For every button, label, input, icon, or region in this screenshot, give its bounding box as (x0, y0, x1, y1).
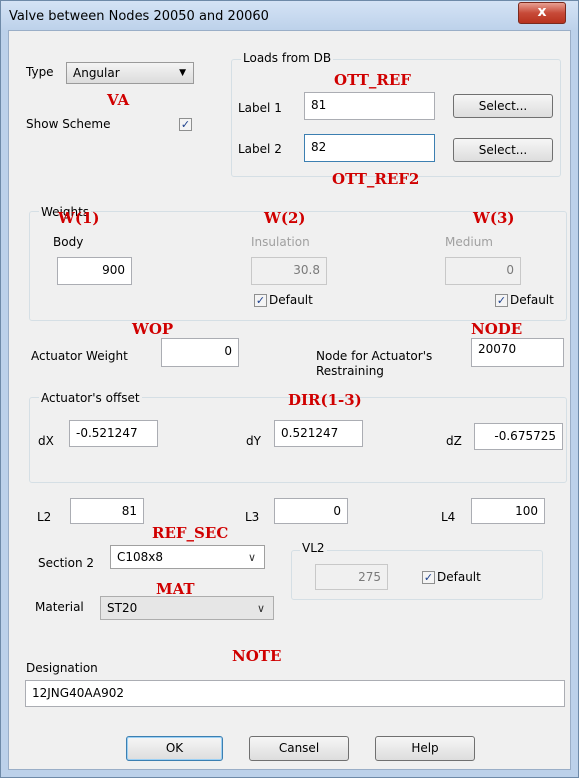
l2-input[interactable]: 81 (70, 498, 144, 524)
dx-label: dX (38, 434, 54, 448)
medium-weight-input[interactable]: 0 (445, 257, 521, 285)
l4-input[interactable]: 100 (471, 498, 545, 524)
label2-select-button[interactable]: Select... (453, 138, 553, 162)
annotation-va: VA (107, 91, 130, 109)
section2-label: Section 2 (38, 556, 95, 570)
label1-input[interactable]: 81 (304, 92, 435, 120)
dx-input[interactable]: -0.521247 (69, 420, 158, 447)
annotation-dir: DIR(1-3) (288, 391, 362, 409)
dy-label: dY (246, 434, 261, 448)
material-select-value: ST20 (107, 601, 138, 615)
vl2-default-label: Default (437, 570, 481, 584)
show-scheme-label: Show Scheme (26, 117, 111, 131)
annotation-w2: W(2) (264, 209, 306, 227)
l4-label: L4 (441, 510, 456, 524)
annotation-ott-ref: OTT_REF (334, 71, 411, 89)
window-title: Valve between Nodes 20050 and 20060 (9, 9, 269, 24)
material-label: Material (35, 600, 84, 614)
annotation-ref-sec: REF_SEC (152, 524, 229, 542)
help-button[interactable]: Help (375, 736, 475, 761)
dy-input[interactable]: 0.521247 (274, 420, 363, 447)
close-icon: x (537, 4, 547, 20)
insulation-default-checkbox[interactable]: ✓ (254, 294, 267, 307)
body-weight-input[interactable]: 900 (57, 257, 132, 285)
actuator-offset-title: Actuator's offset (39, 391, 142, 405)
actuator-weight-input[interactable]: 0 (161, 338, 239, 367)
section2-select[interactable]: C108x8 ∨ (110, 545, 265, 569)
insulation-default-label: Default (269, 293, 313, 307)
material-select[interactable]: ST20 ∨ (100, 596, 274, 620)
insulation-label: Insulation (251, 235, 310, 249)
body-label: Body (53, 235, 84, 249)
section2-select-value: C108x8 (117, 550, 164, 564)
label1-label: Label 1 (238, 101, 282, 115)
dropdown-arrow-icon: ▼ (179, 68, 186, 78)
annotation-note: NOTE (232, 647, 282, 665)
designation-label: Designation (26, 661, 98, 675)
designation-input[interactable]: 12JNG40AA902 (25, 680, 565, 707)
node-restraining-label-1: Node for Actuator's (316, 349, 433, 363)
actuator-weight-label: Actuator Weight (31, 349, 128, 363)
type-select[interactable]: Angular ▼ (66, 62, 194, 84)
annotation-ott-ref2: OTT_REF2 (332, 170, 420, 188)
medium-label: Medium (445, 235, 493, 249)
annotation-w3: W(3) (473, 209, 515, 227)
l3-input[interactable]: 0 (274, 498, 348, 524)
annotation-wop: WOP (132, 320, 174, 338)
label1-select-button[interactable]: Select... (453, 94, 553, 118)
show-scheme-checkbox[interactable]: ✓ (179, 118, 192, 131)
type-select-value: Angular (73, 66, 120, 80)
dz-label: dZ (446, 434, 462, 448)
close-button[interactable]: x (518, 2, 566, 24)
l3-label: L3 (245, 510, 260, 524)
medium-default-checkbox[interactable]: ✓ (495, 294, 508, 307)
annotation-w1: W(1) (58, 209, 100, 227)
vl2-input[interactable]: 275 (315, 564, 388, 590)
node-restraining-label-2: Restraining (316, 364, 384, 378)
cancel-button[interactable]: Cansel (249, 736, 349, 761)
node-restraining-input[interactable]: 20070 (471, 338, 564, 367)
label2-input[interactable]: 82 (304, 134, 435, 162)
title-bar[interactable]: Valve between Nodes 20050 and 20060 x (1, 1, 578, 31)
label2-label: Label 2 (238, 142, 282, 156)
dialog-body: Type Angular ▼ VA Show Scheme ✓ Loads fr… (8, 30, 571, 770)
l2-label: L2 (37, 510, 52, 524)
loads-from-db-title: Loads from DB (241, 51, 334, 65)
vl2-default-checkbox[interactable]: ✓ (422, 571, 435, 584)
annotation-node: NODE (471, 320, 523, 338)
vl2-title: VL2 (300, 541, 327, 555)
chevron-down-icon: ∨ (256, 602, 265, 615)
chevron-down-icon: ∨ (247, 551, 256, 564)
dz-input[interactable]: -0.675725 (474, 423, 563, 450)
ok-button[interactable]: OK (126, 736, 223, 761)
insulation-weight-input[interactable]: 30.8 (251, 257, 327, 285)
medium-default-label: Default (510, 293, 554, 307)
type-label: Type (26, 65, 54, 79)
